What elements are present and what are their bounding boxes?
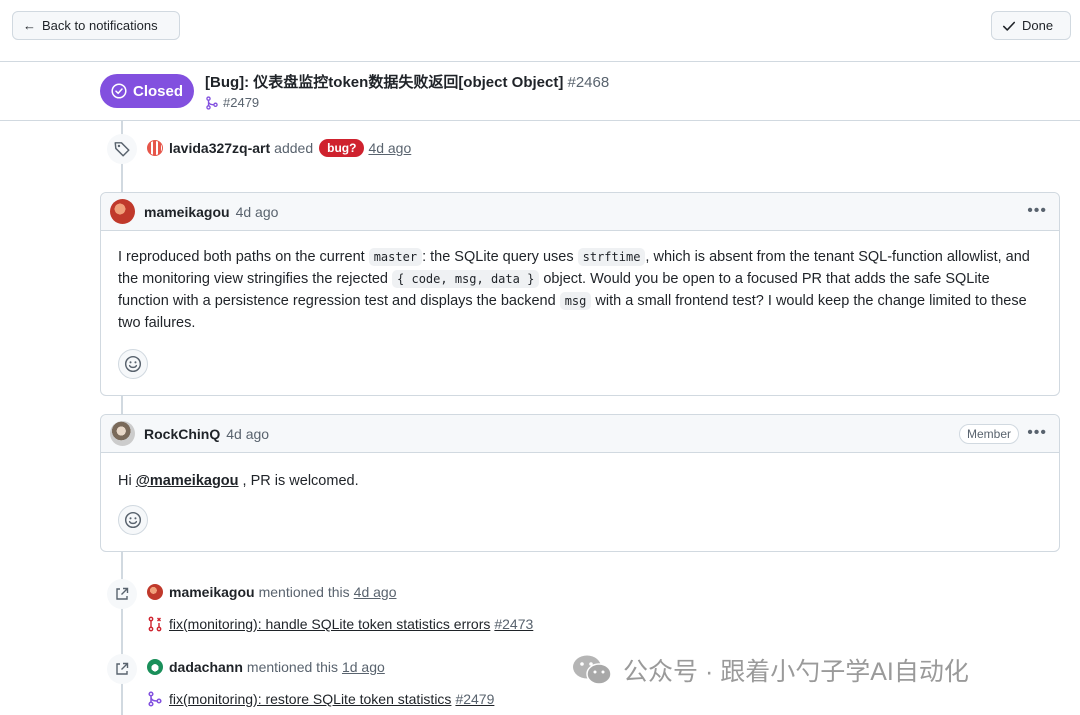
- event-action: added: [274, 140, 314, 156]
- comment-card: mameikagou 4d ago ••• I reproduced both …: [100, 192, 1060, 396]
- comment-time[interactable]: 4d ago: [226, 426, 269, 442]
- comment-text: , PR is welcomed.: [238, 473, 359, 489]
- inline-code: msg: [559, 292, 592, 310]
- referenced-pr-link[interactable]: fix(monitoring): handle SQLite token sta…: [147, 616, 533, 632]
- closed-pr-icon: [148, 616, 162, 632]
- arrow-left-icon: ←: [23, 18, 36, 33]
- event-time[interactable]: 4d ago: [368, 140, 411, 156]
- issue-state-badge: Closed: [100, 74, 194, 108]
- mention-event: dadachann mentioned this 1d ago: [147, 659, 385, 675]
- member-badge: Member: [958, 424, 1019, 444]
- issue-title-text: [Bug]: 仪表盘监控token数据失败返回[object Object]: [205, 74, 564, 91]
- mention-event: mameikagou mentioned this 4d ago: [147, 584, 396, 600]
- avatar[interactable]: [147, 140, 163, 156]
- referenced-pr-title: fix(monitoring): handle SQLite token sta…: [169, 616, 491, 632]
- smiley-icon: [124, 355, 142, 373]
- tag-icon: [107, 134, 137, 164]
- avatar[interactable]: [147, 584, 163, 600]
- cross-reference-icon: [107, 654, 137, 684]
- comment-header: mameikagou 4d ago •••: [101, 193, 1059, 231]
- done-button-label: Done: [1022, 18, 1054, 33]
- comment-text: I reproduced both paths on the current: [118, 249, 369, 265]
- referenced-pr-number: #2479: [455, 691, 495, 707]
- comment-card: RockChinQ 4d ago Member ••• Hi @mameikag…: [100, 414, 1060, 552]
- back-to-notifications-button[interactable]: ← Back to notifications: [12, 11, 180, 40]
- inline-code: strftime: [577, 248, 646, 266]
- done-button[interactable]: Done: [991, 11, 1071, 40]
- event-time[interactable]: 4d ago: [354, 584, 397, 600]
- bug-label[interactable]: bug?: [319, 139, 365, 157]
- avatar[interactable]: [147, 659, 163, 675]
- linked-pull-request[interactable]: #2479: [205, 95, 259, 110]
- top-bar: ← Back to notifications Done: [0, 0, 1080, 62]
- issue-number: #2468: [567, 74, 610, 91]
- event-time[interactable]: 1d ago: [342, 659, 385, 675]
- event-user[interactable]: dadachann: [169, 659, 243, 675]
- avatar[interactable]: [110, 421, 135, 446]
- timeline-line: [121, 552, 123, 715]
- watermark: 公众号 · 跟着小勺子学AI自动化: [571, 652, 969, 688]
- add-reaction-button[interactable]: [118, 349, 148, 379]
- linked-pr-number: #2479: [223, 95, 260, 110]
- add-reaction-button[interactable]: [118, 505, 148, 535]
- wechat-icon: [573, 655, 612, 685]
- user-mention[interactable]: @mameikagou: [136, 473, 239, 489]
- comment-text: Hi: [118, 473, 136, 489]
- comment-author[interactable]: mameikagou: [144, 204, 230, 220]
- watermark-text: 公众号 · 跟着小勺子学AI自动化: [623, 658, 969, 686]
- avatar[interactable]: [110, 199, 135, 224]
- timeline-line: [121, 396, 123, 414]
- event-user[interactable]: mameikagou: [169, 584, 255, 600]
- check-icon: [1002, 21, 1016, 31]
- more-options-icon[interactable]: •••: [1027, 202, 1047, 220]
- merged-pr-icon: [148, 691, 162, 707]
- comment-body: I reproduced both paths on the current m…: [101, 231, 1059, 334]
- smiley-icon: [124, 511, 142, 529]
- comment-text: : the SQLite query uses: [422, 249, 578, 265]
- inline-code: master: [368, 248, 423, 266]
- issue-title[interactable]: [Bug]: 仪表盘监控token数据失败返回[object Object] #…: [205, 71, 609, 92]
- inline-code: { code, msg, data }: [392, 270, 540, 288]
- comment-time[interactable]: 4d ago: [236, 204, 279, 220]
- more-options-icon[interactable]: •••: [1027, 424, 1047, 442]
- merged-pr-icon: [206, 95, 218, 110]
- issue-state-label: Closed: [132, 82, 183, 100]
- label-added-event: lavida327zq-art added bug? 4d ago: [147, 139, 411, 157]
- event-action: mentioned this: [246, 659, 338, 675]
- event-action: mentioned this: [258, 584, 350, 600]
- referenced-pr-title: fix(monitoring): restore SQLite token st…: [169, 691, 452, 707]
- event-user[interactable]: lavida327zq-art: [169, 140, 270, 156]
- back-button-label: Back to notifications: [42, 18, 158, 33]
- closed-check-circle-icon: [111, 83, 127, 99]
- issue-header: Closed [Bug]: 仪表盘监控token数据失败返回[object Ob…: [0, 62, 1080, 121]
- cross-reference-icon: [107, 579, 137, 609]
- comment-author[interactable]: RockChinQ: [144, 426, 220, 442]
- comment-header: RockChinQ 4d ago Member •••: [101, 415, 1059, 453]
- comment-body: Hi @mameikagou , PR is welcomed.: [101, 453, 1059, 492]
- referenced-pr-link[interactable]: fix(monitoring): restore SQLite token st…: [147, 691, 494, 707]
- referenced-pr-number: #2473: [494, 616, 534, 632]
